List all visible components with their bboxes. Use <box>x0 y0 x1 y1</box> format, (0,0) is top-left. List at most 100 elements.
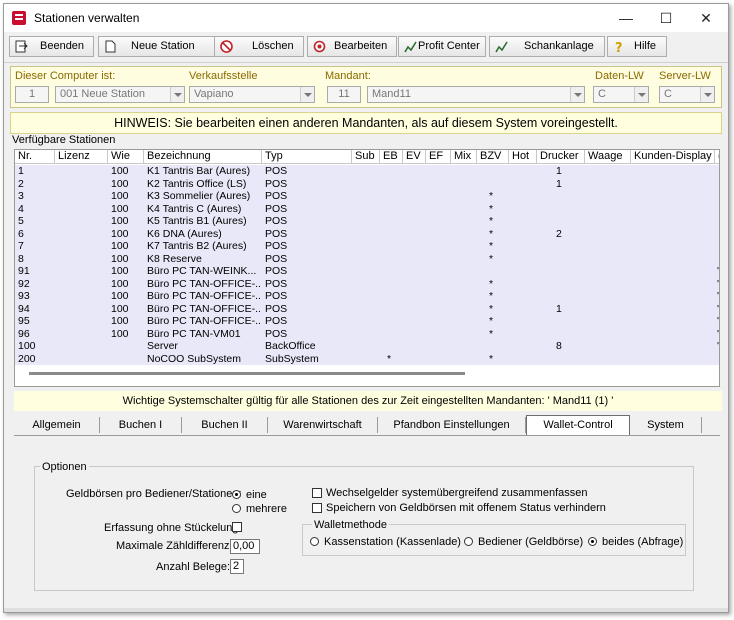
close-button[interactable]: ✕ <box>688 8 724 28</box>
cell-bzv: * <box>489 302 494 315</box>
col-header[interactable]: Sub <box>352 150 380 164</box>
col-header[interactable]: Wie <box>108 150 144 164</box>
erfassung-checkbox[interactable] <box>232 522 242 532</box>
cell-typ: SubSystem <box>265 352 319 365</box>
table-row[interactable]: 200 NoCOO SubSystem SubSystem * * <box>15 352 719 365</box>
cell-bez: K2 Tantris Office (LS) <box>147 177 247 190</box>
cell-bez: K1 Tantris Bar (Aures) <box>147 165 251 177</box>
table-row[interactable]: 96 100 Büro PC TAN-VM01 POS * ' <box>15 327 720 340</box>
geldboersen-label: Geldbörsen pro Bediener/Stationen: <box>66 488 242 500</box>
verkaufsstelle-label: Verkaufsstelle <box>189 70 258 82</box>
table-row[interactable]: 92 100 Büro PC TAN-OFFICE-... POS * ' <box>15 277 719 290</box>
tab-pfandbon[interactable]: Pfandbon Einstellungen <box>378 417 526 433</box>
cell-nr: 96 <box>18 327 30 340</box>
profit-center-icon <box>404 40 417 53</box>
col-header[interactable]: EV <box>403 150 426 164</box>
cell-bzv: * <box>489 327 494 340</box>
col-header[interactable]: Nr. <box>15 150 55 164</box>
bediener-label: Bediener (Geldbörse) <box>478 536 584 548</box>
horizontal-scrollbar[interactable] <box>29 372 465 375</box>
col-header[interactable]: Waage <box>585 150 631 164</box>
cell-typ: POS <box>265 227 288 240</box>
table-row[interactable]: 2 100 K2 Tantris Office (LS) POS 1 <box>15 177 719 190</box>
col-header[interactable]: Drucker <box>537 150 585 164</box>
cell-bzv: * <box>489 215 494 227</box>
cell-bez: Büro PC TAN-WEINK... <box>147 265 257 277</box>
minimize-button[interactable]: — <box>608 8 644 28</box>
neue-station-label: Neue Station <box>131 40 195 52</box>
tab-bar: Allgemein Buchen I Buchen II Warenwirtsc… <box>14 415 720 436</box>
table-row[interactable]: 93 100 Büro PC TAN-OFFICE-... POS * ' <box>15 290 719 303</box>
tab-buchen-2[interactable]: Buchen II <box>182 417 268 433</box>
cell-typ: POS <box>265 327 288 340</box>
table-row[interactable]: 7 100 K7 Tantris B2 (Aures) POS * <box>15 240 719 253</box>
tab-system[interactable]: System <box>630 417 702 433</box>
verkaufsstelle-select[interactable]: Vapiano <box>189 86 315 103</box>
mandant-select[interactable]: Mand11 <box>367 86 585 103</box>
status-strip <box>4 608 728 612</box>
radio-bediener[interactable] <box>464 537 473 546</box>
cell-bzv: * <box>489 290 494 302</box>
speichern-checkbox[interactable] <box>312 503 322 513</box>
cell-typ: POS <box>265 177 288 190</box>
table-row[interactable]: 1 100 K1 Tantris Bar (Aures) POS 1 <box>15 165 719 178</box>
cell-mark: ' <box>717 327 720 340</box>
radio-beides[interactable] <box>588 537 597 546</box>
erfassung-label: Erfassung ohne Stückelung <box>104 522 239 534</box>
table-row[interactable]: 95 100 Büro PC TAN-OFFICE-... POS * ' <box>15 315 719 328</box>
radio-mehrere[interactable] <box>232 504 241 513</box>
col-header[interactable]: EB <box>380 150 403 164</box>
tab-buchen-1[interactable]: Buchen I <box>100 417 182 433</box>
tab-wallet-control[interactable]: Wallet-Control <box>526 415 630 435</box>
options-group-title: Optionen <box>40 461 89 473</box>
col-header[interactable]: BZV <box>477 150 509 164</box>
daten-lw-select[interactable]: C <box>593 86 649 103</box>
computer-number-field[interactable]: 1 <box>15 86 49 103</box>
edit-icon <box>313 40 326 53</box>
anzahl-belege-input[interactable]: 2 <box>230 559 244 574</box>
radio-eine[interactable] <box>232 490 241 499</box>
table-row[interactable]: 100 Server BackOffice 8 ' <box>15 340 719 353</box>
table-row[interactable]: 3 100 K3 Sommelier (Aures) POS * <box>15 190 719 203</box>
col-header[interactable]: Bezeichnung <box>144 150 262 164</box>
col-header[interactable]: Lizenz <box>55 150 108 164</box>
cell-mark: ' <box>717 290 720 302</box>
hilfe-button[interactable]: ? Hilfe <box>607 36 667 57</box>
cell-wie: 100 <box>111 165 129 177</box>
server-lw-select[interactable]: C <box>659 86 715 103</box>
beenden-button[interactable]: Beenden <box>9 36 94 57</box>
col-header[interactable]: Mix <box>451 150 477 164</box>
loeschen-button[interactable]: Löschen <box>214 36 304 57</box>
col-header[interactable]: Hot <box>509 150 537 164</box>
neue-station-button[interactable]: Neue Station <box>98 36 218 57</box>
col-header[interactable]: ( <box>715 150 719 164</box>
col-header[interactable]: Typ <box>262 150 352 164</box>
stations-table[interactable]: Nr. Lizenz Wie Bezeichnung Typ Sub EB EV… <box>14 149 720 387</box>
cell-typ: POS <box>265 265 288 277</box>
table-row[interactable]: 5 100 K5 Tantris B1 (Aures) POS * <box>15 215 719 228</box>
tab-allgemein[interactable]: Allgemein <box>14 417 100 433</box>
wechselgelder-checkbox[interactable] <box>312 488 322 498</box>
cell-nr: 100 <box>18 340 36 352</box>
chevron-down-icon <box>700 87 714 102</box>
radio-kassenstation[interactable] <box>310 537 319 546</box>
tab-warenwirtschaft[interactable]: Warenwirtschaft <box>268 417 378 433</box>
table-row[interactable]: 4 100 K4 Tantris C (Aures) POS * <box>15 202 719 215</box>
mandant-number-field[interactable]: 11 <box>327 86 361 103</box>
max-zaehldifferenz-input[interactable]: 0,00 <box>230 539 260 554</box>
tap-system-icon <box>495 40 508 53</box>
table-row[interactable]: 94 100 Büro PC TAN-OFFICE-... POS * 1 ' <box>15 302 720 315</box>
col-header[interactable]: Kunden-Display <box>631 150 715 164</box>
table-row[interactable]: 8 100 K8 Reserve POS * <box>15 252 719 265</box>
bearbeiten-button[interactable]: Bearbeiten <box>307 36 397 57</box>
col-header[interactable]: EF <box>426 150 451 164</box>
table-row[interactable]: 91 100 Büro PC TAN-WEINK... POS ' <box>15 265 719 278</box>
table-row[interactable]: 6 100 K6 DNA (Aures) POS * 2 <box>15 227 719 240</box>
schankanlage-button[interactable]: Schankanlage <box>489 36 605 57</box>
cell-typ: POS <box>265 302 288 315</box>
cell-typ: POS <box>265 165 288 177</box>
profit-center-button[interactable]: Profit Center <box>398 36 486 57</box>
cell-mark: ' <box>717 302 720 315</box>
maximize-button[interactable]: ☐ <box>648 8 684 28</box>
computer-name-select[interactable]: 001 Neue Station <box>55 86 185 103</box>
